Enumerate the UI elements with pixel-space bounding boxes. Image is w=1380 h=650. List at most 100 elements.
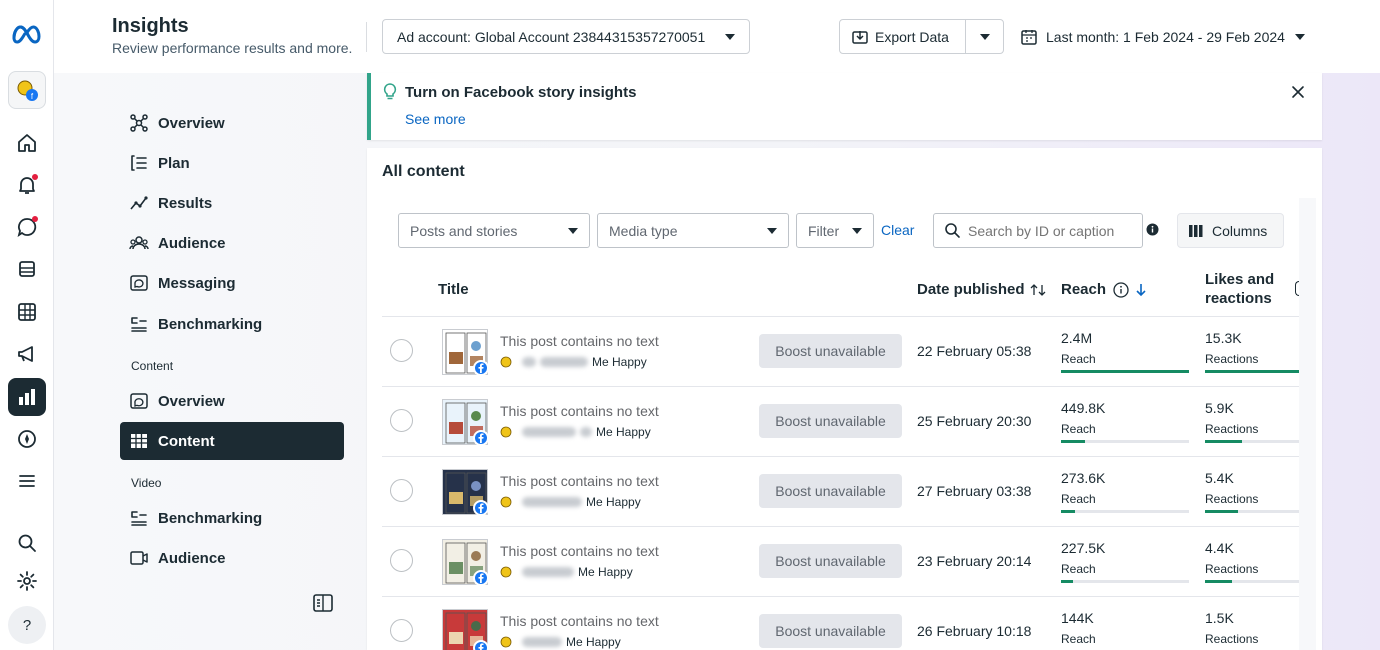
nav-label: Content bbox=[158, 432, 215, 450]
nav-label: Audience bbox=[158, 234, 226, 252]
post-caption: This post contains no text bbox=[500, 613, 659, 629]
reach-bar-fill bbox=[1061, 370, 1189, 373]
row-select-radio[interactable] bbox=[390, 339, 413, 362]
results-icon bbox=[129, 193, 149, 213]
page-name: Me Happy bbox=[500, 565, 633, 579]
page-name-suffix: Me Happy bbox=[586, 495, 641, 509]
nav-plan[interactable]: Plan bbox=[120, 144, 344, 182]
post-caption: This post contains no text bbox=[500, 403, 659, 419]
help-icon[interactable]: ? bbox=[8, 606, 46, 644]
collapse-sidebar-icon[interactable] bbox=[312, 593, 334, 613]
page-avatar-icon bbox=[500, 636, 512, 648]
nav-section-content: Content bbox=[131, 359, 174, 373]
nav-benchmarking[interactable]: Benchmarking bbox=[120, 305, 344, 343]
column-header-likes[interactable]: Likes and reactions bbox=[1205, 270, 1295, 308]
select-value: Media type bbox=[609, 222, 678, 239]
media-type-select[interactable]: Media type bbox=[597, 213, 789, 248]
posts-stories-select[interactable]: Posts and stories bbox=[398, 213, 590, 248]
reactions-bar-fill bbox=[1205, 580, 1233, 583]
reach-label: Reach bbox=[1061, 492, 1096, 506]
row-select-radio[interactable] bbox=[390, 409, 413, 432]
menu-icon[interactable] bbox=[8, 462, 46, 500]
ads-megaphone-icon[interactable] bbox=[8, 335, 46, 373]
content-library-icon[interactable] bbox=[8, 250, 46, 288]
chevron-down-icon bbox=[725, 33, 735, 40]
columns-icon bbox=[1189, 224, 1203, 237]
boost-button[interactable]: Boost unavailable bbox=[759, 544, 902, 578]
plan-icon bbox=[129, 153, 149, 173]
reactions-bar bbox=[1205, 440, 1299, 443]
date-range-selector[interactable]: Last month: 1 Feb 2024 - 29 Feb 2024 bbox=[1020, 19, 1315, 54]
facebook-icon bbox=[473, 430, 489, 446]
search-icon[interactable] bbox=[8, 524, 46, 562]
redacted-text bbox=[522, 637, 562, 647]
info-icon bbox=[1295, 281, 1299, 296]
meta-logo-icon[interactable] bbox=[11, 22, 45, 46]
boost-button[interactable]: Boost unavailable bbox=[759, 334, 902, 368]
reactions-bar-fill bbox=[1205, 440, 1242, 443]
search-field[interactable] bbox=[933, 213, 1143, 248]
header-divider bbox=[366, 22, 367, 52]
date-header-label: Date published bbox=[917, 281, 1025, 298]
nav-results[interactable]: Results bbox=[120, 184, 344, 222]
nav-content-overview[interactable]: Overview bbox=[120, 382, 344, 420]
search-input[interactable] bbox=[968, 222, 1138, 239]
card-title: All content bbox=[382, 163, 465, 180]
columns-button[interactable]: Columns bbox=[1177, 213, 1284, 248]
export-data-button[interactable]: Export Data bbox=[839, 19, 966, 54]
export-data-label: Export Data bbox=[875, 28, 949, 45]
row-divider bbox=[382, 526, 1299, 527]
boost-button[interactable]: Boost unavailable bbox=[759, 614, 902, 648]
boost-button[interactable]: Boost unavailable bbox=[759, 404, 902, 438]
close-icon[interactable] bbox=[1291, 85, 1305, 99]
nav-label: Messaging bbox=[158, 274, 236, 292]
info-icon[interactable] bbox=[1146, 223, 1159, 236]
reach-bar bbox=[1061, 580, 1189, 583]
reactions-bar-fill bbox=[1205, 510, 1238, 513]
row-select-radio[interactable] bbox=[390, 549, 413, 572]
redacted-text bbox=[580, 427, 592, 437]
date-published: 27 February 03:38 bbox=[917, 483, 1032, 499]
nav-audience[interactable]: Audience bbox=[120, 224, 344, 262]
column-header-date[interactable]: Date published bbox=[917, 281, 1046, 298]
audience-icon bbox=[129, 233, 149, 253]
post-caption: This post contains no text bbox=[500, 473, 659, 489]
page-avatar-icon bbox=[500, 566, 512, 578]
reach-value: 273.6K bbox=[1061, 470, 1106, 486]
info-icon bbox=[1113, 281, 1129, 298]
see-more-link[interactable]: See more bbox=[405, 111, 466, 127]
nav-video-benchmarking[interactable]: Benchmarking bbox=[120, 499, 344, 537]
svg-text:?: ? bbox=[23, 617, 31, 634]
nav-content-content[interactable]: Content bbox=[120, 422, 344, 460]
notifications-icon[interactable] bbox=[8, 166, 46, 204]
nav-video-audience[interactable]: Audience bbox=[120, 539, 344, 577]
redacted-text bbox=[522, 567, 574, 577]
nav-overview[interactable]: Overview bbox=[120, 104, 344, 142]
row-select-radio[interactable] bbox=[390, 619, 413, 642]
planner-grid-icon[interactable] bbox=[8, 293, 46, 331]
messaging-icon bbox=[129, 273, 149, 293]
column-header-title[interactable]: Title bbox=[438, 281, 469, 298]
chevron-down-icon bbox=[1294, 33, 1305, 40]
ad-account-selector[interactable]: Ad account: Global Account 2384431535727… bbox=[382, 19, 750, 54]
explore-compass-icon[interactable] bbox=[8, 420, 46, 458]
reach-label: Reach bbox=[1061, 352, 1096, 366]
settings-gear-icon[interactable] bbox=[8, 562, 46, 600]
reach-label: Reach bbox=[1061, 632, 1096, 646]
column-header-reach[interactable]: Reach bbox=[1061, 281, 1147, 298]
nav-label: Results bbox=[158, 194, 213, 212]
page-title: Insights bbox=[112, 15, 189, 37]
redacted-text bbox=[522, 357, 536, 367]
insights-icon[interactable] bbox=[8, 378, 46, 416]
reach-bar-fill bbox=[1061, 580, 1073, 583]
row-divider bbox=[382, 596, 1299, 597]
filter-select[interactable]: Filter bbox=[796, 213, 874, 248]
export-options-button[interactable] bbox=[965, 19, 1004, 54]
row-select-radio[interactable] bbox=[390, 479, 413, 502]
home-icon[interactable] bbox=[8, 124, 46, 162]
account-avatar[interactable]: f bbox=[8, 71, 46, 109]
inbox-icon[interactable] bbox=[8, 208, 46, 246]
boost-button[interactable]: Boost unavailable bbox=[759, 474, 902, 508]
clear-filters-link[interactable]: Clear bbox=[881, 222, 914, 238]
nav-messaging[interactable]: Messaging bbox=[120, 264, 344, 302]
